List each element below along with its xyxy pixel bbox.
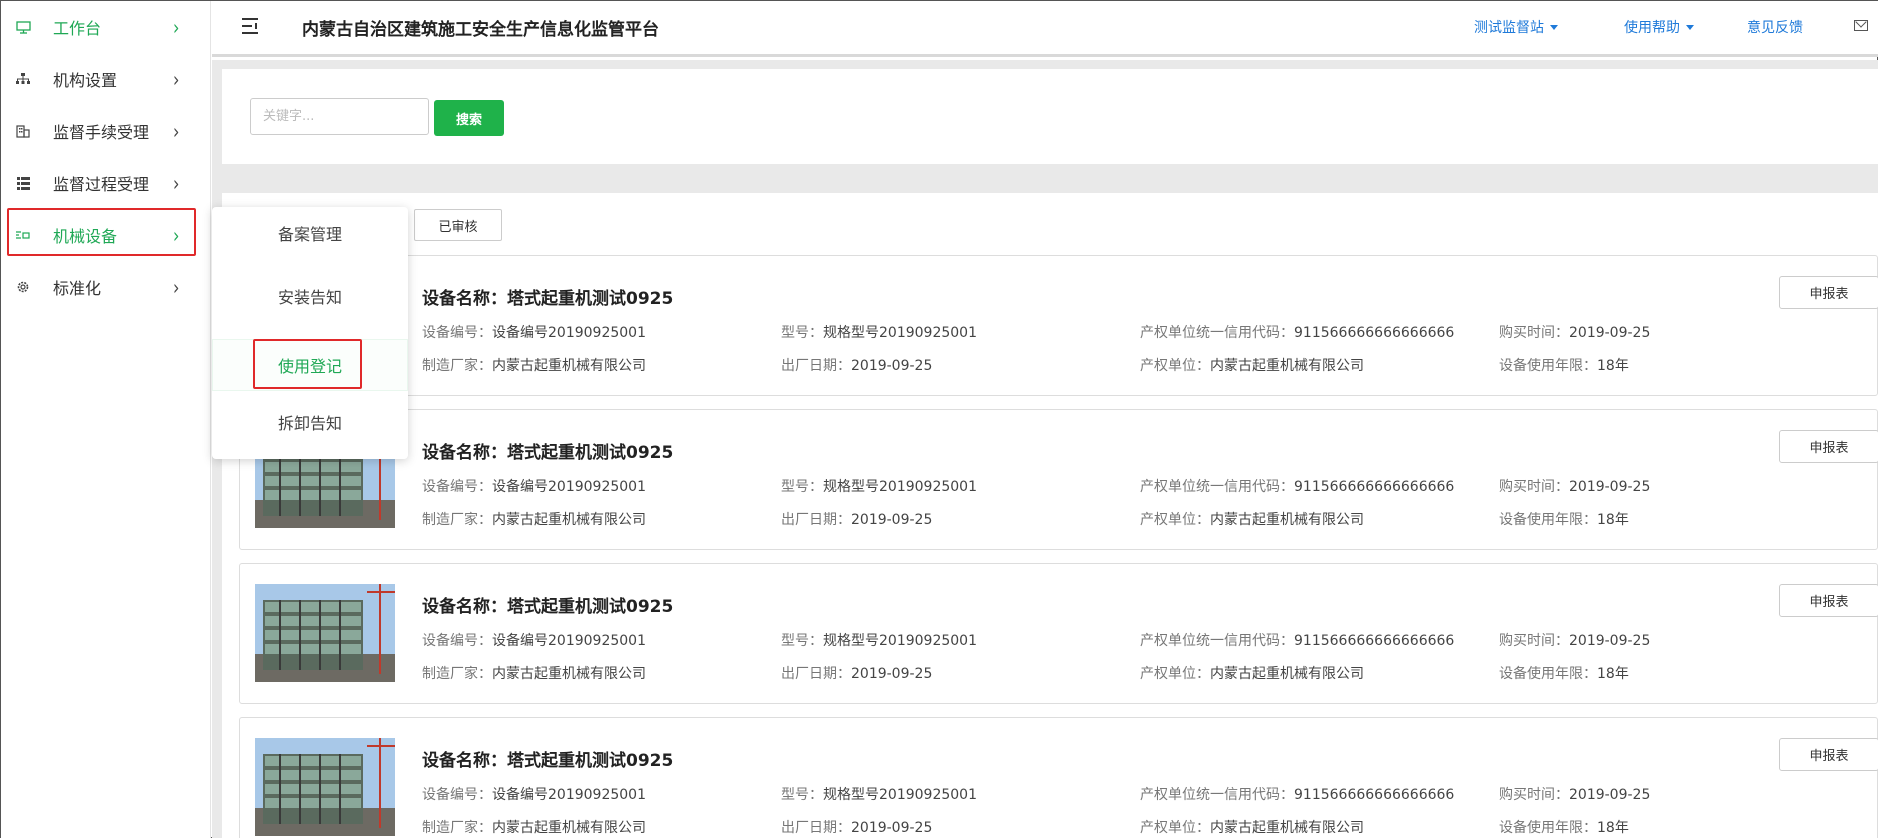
device-service-years: 设备使用年限：18年 [1499, 358, 1629, 374]
building-photo-thumbnail [255, 584, 395, 682]
submenu-item-install-notice[interactable]: 安装告知 [212, 270, 408, 322]
device-buy-date: 购买时间：2019-09-25 [1499, 479, 1651, 495]
device-service-years: 设备使用年限：18年 [1499, 512, 1629, 528]
mail-icon[interactable] [1854, 20, 1868, 31]
chevron-right-icon: › [173, 170, 180, 196]
device-service-years: 设备使用年限：18年 [1499, 820, 1629, 836]
machinery-submenu: 备案管理 安装告知 使用登记 拆卸告知 [212, 207, 408, 459]
device-buy-date: 购买时间：2019-09-25 [1499, 325, 1651, 341]
device-thumbnail [255, 738, 395, 836]
report-form-button[interactable]: 申报表 [1779, 430, 1878, 463]
device-owner: 产权单位：内蒙古起重机械有限公司 [1140, 358, 1364, 374]
device-factory-date: 出厂日期：2019-09-25 [781, 820, 933, 836]
device-card: 设备名称：塔式起重机测试0925 设备编号：设备编号20190925001 型号… [239, 717, 1878, 838]
device-service-years: 设备使用年限：18年 [1499, 666, 1629, 682]
device-buy-date: 购买时间：2019-09-25 [1499, 633, 1651, 649]
help-dropdown[interactable]: 使用帮助 [1624, 17, 1694, 37]
device-factory-date: 出厂日期：2019-09-25 [781, 666, 933, 682]
station-label: 测试监督站 [1474, 20, 1544, 36]
caret-down-icon [1686, 24, 1694, 30]
feedback-link[interactable]: 意见反馈 [1747, 17, 1803, 37]
sidebar-item-label: 标准化 [53, 279, 102, 298]
device-buy-date: 购买时间：2019-09-25 [1499, 787, 1651, 803]
device-maker: 制造厂家：内蒙古起重机械有限公司 [422, 666, 646, 682]
help-label: 使用帮助 [1624, 20, 1680, 36]
sidebar-item-supervision-procedures[interactable]: 监督手续受理 › [1, 105, 211, 157]
device-name: 设备名称：塔式起重机测试0925 [422, 289, 674, 309]
search-input[interactable] [250, 98, 429, 135]
top-header: 内蒙古自治区建筑施工安全生产信息化监管平台 测试监督站 使用帮助 意见反馈 [212, 1, 1878, 57]
page-title: 内蒙古自治区建筑施工安全生产信息化监管平台 [302, 20, 659, 40]
sidebar-item-label: 监督过程受理 [53, 175, 150, 194]
device-code: 设备编号：设备编号20190925001 [422, 633, 646, 649]
sidebar-item-machinery[interactable]: 机械设备 › [1, 209, 211, 261]
sidebar: 工作台 › 机构设置 › 监督手续受理 › 监督过程受理 › 机械设备 › 标准… [1, 1, 211, 838]
sidebar-item-org-settings[interactable]: 机构设置 › [1, 53, 211, 105]
device-factory-date: 出厂日期：2019-09-25 [781, 358, 933, 374]
sidebar-item-label: 监督手续受理 [53, 123, 150, 142]
device-model: 型号：规格型号20190925001 [781, 787, 977, 803]
device-credit-code: 产权单位统一信用代码：911566666666666666 [1140, 325, 1455, 341]
list-icon [15, 175, 31, 191]
device-name: 设备名称：塔式起重机测试0925 [422, 443, 674, 463]
sidebar-item-supervision-process[interactable]: 监督过程受理 › [1, 157, 211, 209]
device-code: 设备编号：设备编号20190925001 [422, 787, 646, 803]
report-form-button[interactable]: 申报表 [1779, 584, 1878, 617]
building-photo-thumbnail [255, 738, 395, 836]
org-chart-icon [15, 71, 31, 87]
report-form-button[interactable]: 申报表 [1779, 276, 1878, 309]
device-name: 设备名称：塔式起重机测试0925 [422, 751, 674, 771]
device-maker: 制造厂家：内蒙古起重机械有限公司 [422, 820, 646, 836]
device-credit-code: 产权单位统一信用代码：911566666666666666 [1140, 633, 1455, 649]
device-maker: 制造厂家：内蒙古起重机械有限公司 [422, 358, 646, 374]
device-model: 型号：规格型号20190925001 [781, 325, 977, 341]
sidebar-item-label: 机构设置 [53, 71, 118, 90]
gear-icon [15, 279, 31, 295]
tab-reviewed[interactable]: 已审核 [414, 209, 502, 241]
sidebar-item-workbench[interactable]: 工作台 › [1, 1, 211, 53]
search-panel: 搜索 [222, 69, 1878, 164]
station-dropdown[interactable]: 测试监督站 [1474, 17, 1558, 37]
device-credit-code: 产权单位统一信用代码：911566666666666666 [1140, 787, 1455, 803]
chevron-right-icon: › [173, 66, 180, 92]
device-card: 设备名称：塔式起重机测试0925 设备编号：设备编号20190925001 型号… [239, 255, 1878, 396]
chevron-right-icon: › [173, 222, 180, 248]
device-maker: 制造厂家：内蒙古起重机械有限公司 [422, 512, 646, 528]
device-model: 型号：规格型号20190925001 [781, 633, 977, 649]
equipment-list-panel: 已审核 设备名称：塔式起重机测试0925 设备编号：设备编号2019092500… [222, 193, 1878, 838]
device-code: 设备编号：设备编号20190925001 [422, 325, 646, 341]
device-card: 设备名称：塔式起重机测试0925 设备编号：设备编号20190925001 型号… [239, 563, 1878, 704]
submenu-item-filing[interactable]: 备案管理 [212, 207, 408, 259]
device-thumbnail [255, 584, 395, 682]
device-factory-date: 出厂日期：2019-09-25 [781, 512, 933, 528]
search-button[interactable]: 搜索 [434, 100, 504, 136]
device-credit-code: 产权单位统一信用代码：911566666666666666 [1140, 479, 1455, 495]
machine-icon [15, 227, 31, 243]
sidebar-item-label: 工作台 [53, 19, 102, 38]
report-form-button[interactable]: 申报表 [1779, 738, 1878, 771]
submenu-item-use-registration[interactable]: 使用登记 [212, 339, 408, 391]
sidebar-item-label: 机械设备 [53, 227, 118, 246]
sidebar-item-standardization[interactable]: 标准化 › [1, 261, 211, 313]
chevron-right-icon: › [173, 118, 180, 144]
submenu-item-dismantle-notice[interactable]: 拆卸告知 [212, 396, 408, 448]
caret-down-icon [1550, 24, 1558, 30]
chevron-right-icon: › [173, 14, 180, 40]
menu-toggle-icon[interactable] [242, 17, 262, 35]
monitor-icon [15, 19, 31, 35]
chevron-right-icon: › [173, 274, 180, 300]
device-model: 型号：规格型号20190925001 [781, 479, 977, 495]
device-owner: 产权单位：内蒙古起重机械有限公司 [1140, 666, 1364, 682]
device-owner: 产权单位：内蒙古起重机械有限公司 [1140, 820, 1364, 836]
device-card: 设备名称：塔式起重机测试0925 设备编号：设备编号20190925001 型号… [239, 409, 1878, 550]
device-name: 设备名称：塔式起重机测试0925 [422, 597, 674, 617]
device-owner: 产权单位：内蒙古起重机械有限公司 [1140, 512, 1364, 528]
device-code: 设备编号：设备编号20190925001 [422, 479, 646, 495]
building-icon [15, 123, 31, 139]
